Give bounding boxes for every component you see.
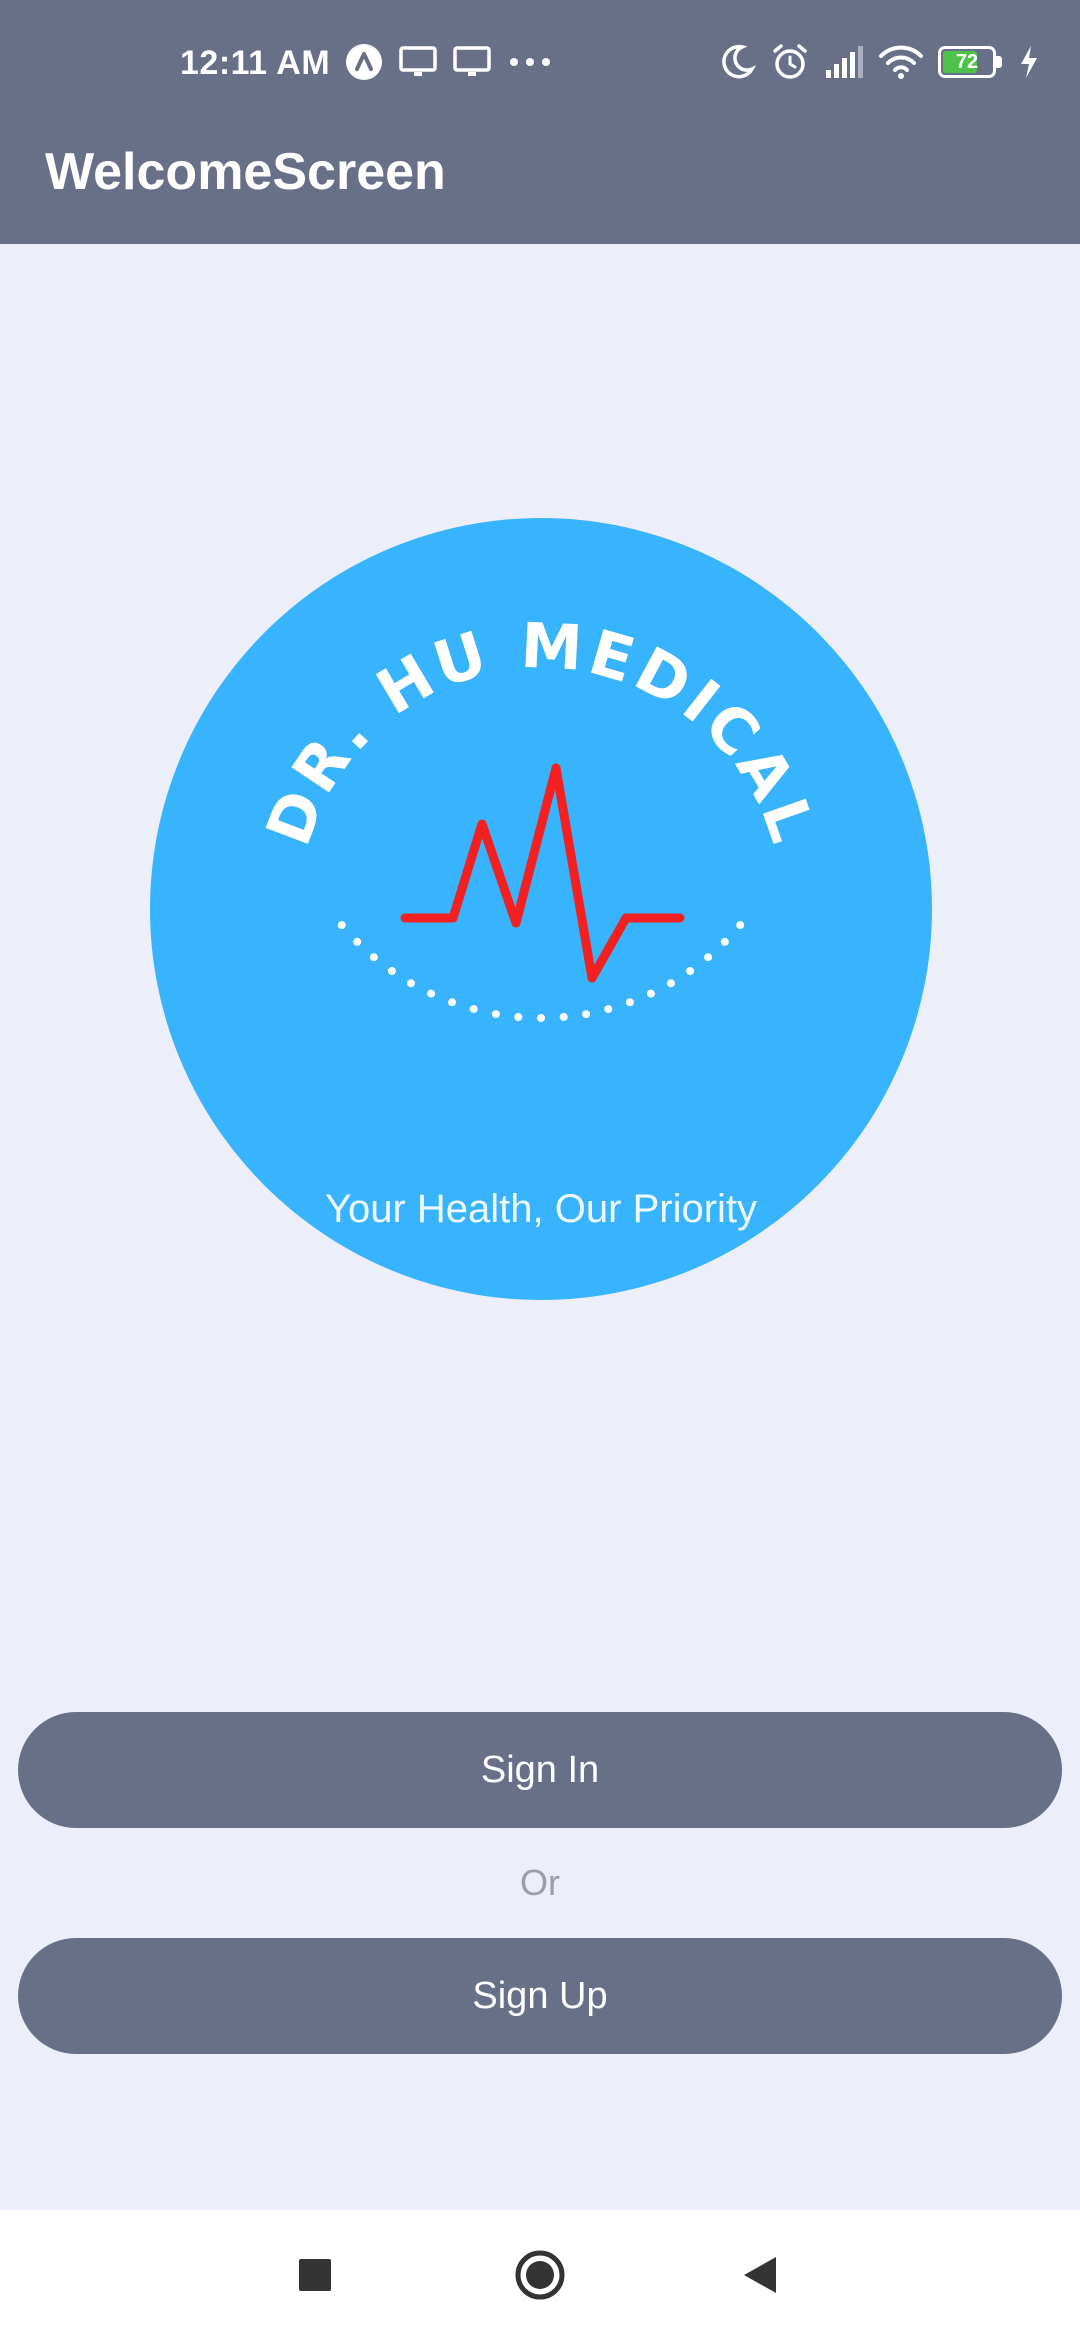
arc-dot — [407, 979, 415, 988]
wifi-icon — [879, 45, 923, 79]
arc-dot — [537, 1014, 545, 1022]
sign-up-button[interactable]: Sign Up — [18, 1938, 1062, 2054]
recents-button[interactable] — [255, 2210, 375, 2340]
sign-in-button[interactable]: Sign In — [18, 1712, 1062, 1828]
signal-icon — [826, 46, 863, 78]
arc-dot — [559, 1013, 568, 1021]
arc-dot — [625, 998, 634, 1007]
arc-dot — [469, 1005, 478, 1014]
charging-icon — [1021, 46, 1037, 78]
back-button[interactable] — [700, 2210, 820, 2340]
arc-dot — [667, 979, 675, 988]
system-nav-bar — [0, 2210, 1080, 2340]
battery-icon: 72 — [938, 46, 1004, 78]
clinic-logo: DR. HU MEDICAL Your Health, Our Priority — [150, 518, 932, 1300]
arc-dot — [337, 921, 346, 930]
arc-dot — [582, 1010, 591, 1019]
arc-dot — [604, 1005, 613, 1014]
arc-dot — [491, 1010, 500, 1019]
arc-dot — [369, 953, 378, 962]
home-button[interactable] — [480, 2210, 600, 2340]
alarm-icon — [773, 44, 807, 79]
arc-dot — [427, 989, 436, 998]
arc-dot — [736, 921, 745, 930]
arc-dot — [514, 1013, 523, 1021]
arc-dot — [720, 937, 729, 946]
logo-graphic: DR. HU MEDICAL Your Health, Our Priority — [150, 518, 932, 1300]
assistant-icon — [346, 44, 382, 80]
more-dots-icon — [510, 58, 550, 66]
app-bar: WelcomeScreen — [0, 130, 1080, 244]
status-time: 12:11 AM — [180, 44, 331, 82]
battery-level: 72 — [955, 51, 979, 73]
status-bar: 12:11 AM 72 — [0, 0, 1080, 130]
status-left-icons — [344, 42, 554, 82]
cast-icon-2 — [453, 46, 491, 76]
arc-dot — [387, 967, 396, 975]
arc-dot — [448, 998, 457, 1007]
moon-icon — [722, 44, 756, 79]
recents-square-icon — [299, 2259, 331, 2291]
back-triangle-icon — [744, 2257, 776, 2293]
arc-dot — [704, 953, 713, 962]
arc-dot — [353, 937, 362, 946]
page-title: WelcomeScreen — [45, 143, 446, 201]
home-circle-icon — [515, 2250, 565, 2300]
or-separator: Or — [520, 1862, 560, 1903]
cast-icon — [399, 46, 437, 76]
status-right-icons: 72 — [718, 42, 1040, 82]
arc-dot — [686, 967, 695, 975]
arc-dot — [646, 989, 655, 998]
logo-tagline: Your Health, Our Priority — [325, 1187, 757, 1231]
